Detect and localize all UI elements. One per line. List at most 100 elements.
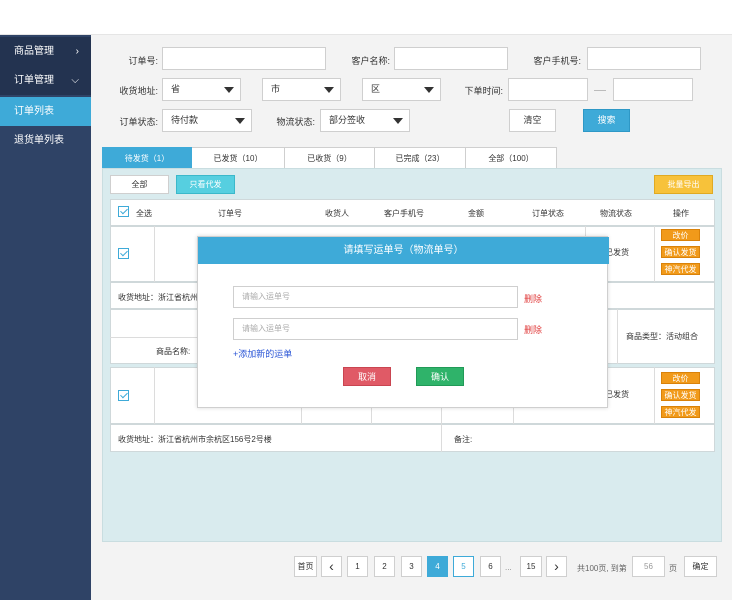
district-value: 区	[371, 84, 381, 94]
waybill-modal: 请填写运单号（物流单号） 请输入运单号 删除 请输入运单号 删除 +添加新的运单…	[197, 236, 609, 408]
row-checkbox[interactable]	[118, 390, 129, 401]
clear-button[interactable]: 清空	[509, 109, 556, 132]
page-number-input[interactable]: 56	[632, 556, 665, 577]
page-unit-text: 页	[669, 564, 677, 573]
city-select[interactable]: 市	[262, 78, 341, 101]
divider	[110, 337, 197, 338]
header-phone: 客户手机号	[384, 209, 424, 218]
province-select[interactable]: 省	[162, 78, 241, 101]
logistics-status-label: 物流状态:	[276, 117, 315, 127]
header-amount: 金额	[468, 209, 484, 218]
product-type: 商品类型：活动组合	[626, 332, 698, 341]
district-select[interactable]: 区	[362, 78, 441, 101]
next-page-icon[interactable]: ›	[546, 556, 567, 577]
change-price-button[interactable]: 改价	[661, 372, 700, 384]
tab-received[interactable]: 已收货（9）	[285, 147, 375, 169]
page-button-2[interactable]: 2	[374, 556, 395, 577]
order-status-label: 订单状态:	[119, 117, 158, 127]
caret-down-icon	[224, 87, 234, 93]
caret-down-icon	[393, 118, 403, 124]
divider	[441, 424, 442, 452]
divider	[154, 367, 155, 424]
add-waybill-link[interactable]: +添加新的运单	[233, 347, 292, 360]
caret-down-icon	[324, 87, 334, 93]
select-all-checkbox[interactable]	[118, 206, 129, 217]
page-button-4[interactable]: 4	[427, 556, 448, 577]
header-logistics-status: 物流状态	[600, 209, 632, 218]
header-receiver: 收货人	[325, 209, 349, 218]
caret-down-icon	[424, 87, 434, 93]
order-time-label: 下单时间:	[464, 86, 503, 96]
tab-completed[interactable]: 已完成（23）	[375, 147, 466, 169]
city-value: 市	[271, 84, 281, 94]
sidebar-item-label: 订单列表	[14, 106, 54, 117]
customer-name-input[interactable]	[394, 47, 508, 70]
customer-phone-label: 客户手机号:	[533, 56, 581, 66]
delete-waybill-link[interactable]: 删除	[524, 323, 542, 336]
divider	[617, 309, 618, 364]
tab-all[interactable]: 全部（100）	[466, 147, 557, 169]
change-price-button[interactable]: 改价	[661, 229, 700, 241]
order-no-label: 订单号:	[128, 56, 158, 66]
delete-waybill-link[interactable]: 删除	[524, 292, 542, 305]
modal-title: 请填写运单号（物流单号）	[198, 237, 609, 264]
header-select-all: 全选	[136, 209, 152, 218]
order-time-end-input[interactable]	[613, 78, 693, 101]
confirm-shipment-button[interactable]: 确认发货	[661, 389, 700, 401]
chevron-right-icon: ›	[75, 46, 79, 57]
search-button[interactable]: 搜索	[583, 109, 630, 132]
row-logistics-status: 已发货	[605, 390, 629, 399]
customer-name-label: 客户名称:	[351, 56, 390, 66]
order-status-select[interactable]: 待付款	[162, 109, 252, 132]
confirm-shipment-button[interactable]: 确认发货	[661, 246, 700, 258]
sidebar-item-orders[interactable]: 订单管理 ⌵	[0, 66, 91, 95]
confirm-button[interactable]: 确认	[416, 367, 464, 386]
address-label: 收货地址:	[119, 86, 158, 96]
tab-shipped[interactable]: 已发货（10）	[192, 147, 285, 169]
tab-pending-shipment[interactable]: 待发货（1）	[102, 147, 192, 169]
header-actions: 操作	[673, 209, 689, 218]
divider	[654, 367, 655, 424]
total-pages-text: 共100页, 到第	[577, 564, 627, 573]
header-order-status: 订单状态	[532, 209, 564, 218]
page-button-15[interactable]: 15	[520, 556, 542, 577]
order-no-input[interactable]	[162, 47, 326, 70]
logistics-status-select[interactable]: 部分签收	[320, 109, 410, 132]
header-order-no: 订单号	[218, 209, 242, 218]
sidebar-item-label: 商品管理	[14, 46, 54, 57]
range-separator	[594, 90, 606, 91]
page-button-5[interactable]: 5	[453, 556, 474, 577]
proxy-ship-button[interactable]: 神汽代发	[661, 406, 700, 418]
page-button-6[interactable]: 6	[480, 556, 501, 577]
order-time-start-input[interactable]	[508, 78, 588, 101]
divider	[154, 226, 155, 282]
waybill-input-2[interactable]: 请输入运单号	[233, 318, 518, 340]
customer-phone-input[interactable]	[587, 47, 701, 70]
sidebar-item-products[interactable]: 商品管理 ›	[0, 37, 91, 66]
chevron-down-icon: ⌵	[71, 75, 79, 86]
first-page-button[interactable]: 首页	[294, 556, 317, 577]
proxy-ship-button[interactable]: 神汽代发	[661, 263, 700, 275]
sidebar-item-return-list[interactable]: 退货单列表	[0, 126, 91, 155]
page-ellipsis: ...	[505, 563, 512, 572]
order-status-value: 待付款	[171, 115, 199, 125]
sidebar-item-label: 订单管理	[14, 75, 54, 86]
prev-page-icon[interactable]: ‹	[321, 556, 342, 577]
province-value: 省	[171, 84, 181, 94]
filter-all-button[interactable]: 全部	[110, 175, 169, 194]
batch-export-button[interactable]: 批量导出	[654, 175, 713, 194]
waybill-input-1[interactable]: 请输入运单号	[233, 286, 518, 308]
sidebar-item-label: 退货单列表	[14, 135, 64, 146]
row-checkbox[interactable]	[118, 248, 129, 259]
sidebar-item-order-list[interactable]: 订单列表	[0, 97, 91, 126]
cancel-button[interactable]: 取消	[343, 367, 391, 386]
shipping-address: 收货地址：浙江省杭州	[118, 293, 198, 302]
page-button-1[interactable]: 1	[347, 556, 368, 577]
product-name-label: 商品名称:	[156, 347, 191, 356]
proxy-only-button[interactable]: 只看代发	[176, 175, 235, 194]
page-button-3[interactable]: 3	[401, 556, 422, 577]
go-page-button[interactable]: 确定	[684, 556, 717, 577]
app-root: 商品管理 › 订单管理 ⌵ 订单列表 退货单列表 订单号: 客户名称: 客户手机…	[0, 0, 732, 600]
sidebar: 商品管理 › 订单管理 ⌵ 订单列表 退货单列表	[0, 35, 91, 600]
divider	[654, 226, 655, 282]
